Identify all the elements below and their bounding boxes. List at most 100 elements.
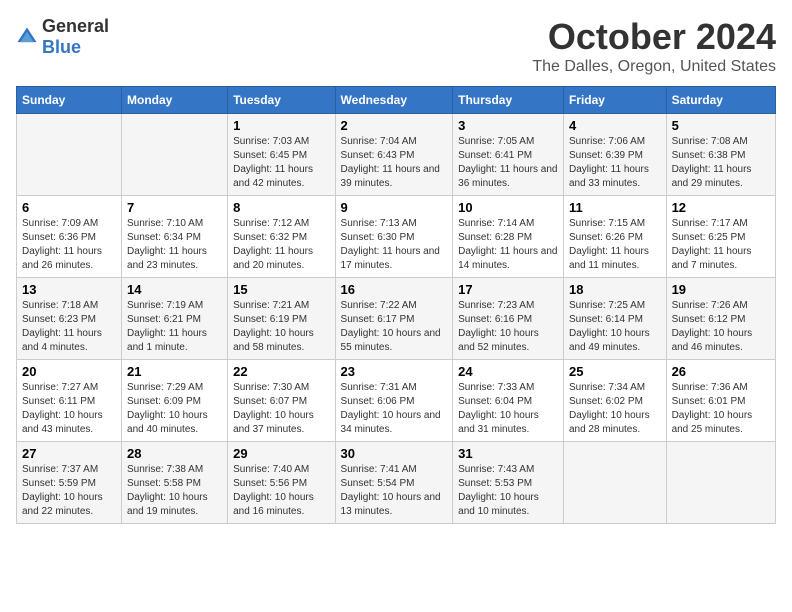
day-info: Sunrise: 7:31 AM Sunset: 6:06 PM Dayligh…: [341, 381, 448, 437]
day-info: Sunrise: 7:12 AM Sunset: 6:32 PM Dayligh…: [233, 217, 329, 273]
calendar-cell: 30 Sunrise: 7:41 AM Sunset: 5:54 PM Dayli…: [335, 442, 453, 524]
calendar-cell: 17Sunrise: 7:23 AM Sunset: 6:16 PM Dayli…: [453, 278, 564, 360]
week-row-3: 13 Sunrise: 7:18 AM Sunset: 6:23 PM Dayli…: [17, 278, 776, 360]
day-number: 3: [458, 118, 558, 133]
day-number: 11: [569, 200, 661, 215]
calendar-cell: 9Sunrise: 7:13 AM Sunset: 6:30 PM Daylig…: [335, 196, 453, 278]
header-day-friday: Friday: [563, 87, 666, 114]
calendar-cell: 23Sunrise: 7:31 AM Sunset: 6:06 PM Dayli…: [335, 360, 453, 442]
day-info: Sunrise: 7:05 AM Sunset: 6:41 PM Dayligh…: [458, 135, 558, 191]
day-info: Sunrise: 7:21 AM Sunset: 6:19 PM Dayligh…: [233, 299, 329, 355]
day-number: 8: [233, 200, 329, 215]
day-number: 20: [22, 364, 116, 379]
calendar-cell: [17, 114, 122, 196]
day-number: 18: [569, 282, 661, 297]
header-day-tuesday: Tuesday: [228, 87, 335, 114]
logo-blue: Blue: [42, 37, 81, 57]
day-number: 17: [458, 282, 558, 297]
day-info: Sunrise: 7:14 AM Sunset: 6:28 PM Dayligh…: [458, 217, 558, 273]
day-info: Sunrise: 7:17 AM Sunset: 6:25 PM Dayligh…: [672, 217, 770, 273]
week-row-4: 20 Sunrise: 7:27 AM Sunset: 6:11 PM Dayli…: [17, 360, 776, 442]
calendar-cell: 1 Sunrise: 7:03 AM Sunset: 6:45 PM Daylig…: [228, 114, 335, 196]
calendar-cell: 19 Sunrise: 7:26 AM Sunset: 6:12 PM Dayli…: [666, 278, 775, 360]
day-info: Sunrise: 7:43 AM Sunset: 5:53 PM Dayligh…: [458, 463, 558, 519]
logo-general: General: [42, 16, 109, 36]
header-day-saturday: Saturday: [666, 87, 775, 114]
day-info: Sunrise: 7:04 AM Sunset: 6:43 PM Dayligh…: [341, 135, 448, 191]
calendar-cell: 4 Sunrise: 7:06 AM Sunset: 6:39 PM Daylig…: [563, 114, 666, 196]
day-info: Sunrise: 7:36 AM Sunset: 6:01 PM Dayligh…: [672, 381, 770, 437]
calendar-cell: 25Sunrise: 7:34 AM Sunset: 6:02 PM Dayli…: [563, 360, 666, 442]
calendar-cell: 21Sunrise: 7:29 AM Sunset: 6:09 PM Dayli…: [122, 360, 228, 442]
calendar-cell: 13 Sunrise: 7:18 AM Sunset: 6:23 PM Dayli…: [17, 278, 122, 360]
day-info: Sunrise: 7:40 AM Sunset: 5:56 PM Dayligh…: [233, 463, 329, 519]
calendar-cell: 18Sunrise: 7:25 AM Sunset: 6:14 PM Dayli…: [563, 278, 666, 360]
calendar-cell: 3 Sunrise: 7:05 AM Sunset: 6:41 PM Daylig…: [453, 114, 564, 196]
day-info: Sunrise: 7:03 AM Sunset: 6:45 PM Dayligh…: [233, 135, 329, 191]
day-info: Sunrise: 7:15 AM Sunset: 6:26 PM Dayligh…: [569, 217, 661, 273]
calendar-cell: 20 Sunrise: 7:27 AM Sunset: 6:11 PM Dayli…: [17, 360, 122, 442]
day-number: 7: [127, 200, 222, 215]
day-info: Sunrise: 7:09 AM Sunset: 6:36 PM Dayligh…: [22, 217, 116, 273]
header-day-sunday: Sunday: [17, 87, 122, 114]
day-info: Sunrise: 7:30 AM Sunset: 6:07 PM Dayligh…: [233, 381, 329, 437]
day-info: Sunrise: 7:08 AM Sunset: 6:38 PM Dayligh…: [672, 135, 770, 191]
calendar-cell: 24Sunrise: 7:33 AM Sunset: 6:04 PM Dayli…: [453, 360, 564, 442]
header-day-thursday: Thursday: [453, 87, 564, 114]
week-row-5: 27 Sunrise: 7:37 AM Sunset: 5:59 PM Dayli…: [17, 442, 776, 524]
calendar-table: SundayMondayTuesdayWednesdayThursdayFrid…: [16, 86, 776, 524]
day-number: 25: [569, 364, 661, 379]
calendar-cell: [563, 442, 666, 524]
day-number: 14: [127, 282, 222, 297]
day-number: 28: [127, 446, 222, 461]
day-number: 22: [233, 364, 329, 379]
day-number: 27: [22, 446, 116, 461]
calendar-cell: 31 Sunrise: 7:43 AM Sunset: 5:53 PM Dayli…: [453, 442, 564, 524]
day-number: 10: [458, 200, 558, 215]
calendar-cell: 5 Sunrise: 7:08 AM Sunset: 6:38 PM Daylig…: [666, 114, 775, 196]
day-number: 15: [233, 282, 329, 297]
calendar-header-row: SundayMondayTuesdayWednesdayThursdayFrid…: [17, 87, 776, 114]
day-number: 6: [22, 200, 116, 215]
day-info: Sunrise: 7:38 AM Sunset: 5:58 PM Dayligh…: [127, 463, 222, 519]
day-number: 30: [341, 446, 448, 461]
day-number: 19: [672, 282, 770, 297]
day-number: 29: [233, 446, 329, 461]
calendar-cell: 28 Sunrise: 7:38 AM Sunset: 5:58 PM Dayli…: [122, 442, 228, 524]
day-info: Sunrise: 7:06 AM Sunset: 6:39 PM Dayligh…: [569, 135, 661, 191]
day-number: 5: [672, 118, 770, 133]
week-row-1: 1 Sunrise: 7:03 AM Sunset: 6:45 PM Daylig…: [17, 114, 776, 196]
day-info: Sunrise: 7:18 AM Sunset: 6:23 PM Dayligh…: [22, 299, 116, 355]
calendar-cell: 11 Sunrise: 7:15 AM Sunset: 6:26 PM Dayli…: [563, 196, 666, 278]
calendar-cell: 27 Sunrise: 7:37 AM Sunset: 5:59 PM Dayli…: [17, 442, 122, 524]
calendar-cell: [666, 442, 775, 524]
day-info: Sunrise: 7:41 AM Sunset: 5:54 PM Dayligh…: [341, 463, 448, 519]
calendar-cell: 26 Sunrise: 7:36 AM Sunset: 6:01 PM Dayli…: [666, 360, 775, 442]
calendar-subtitle: The Dalles, Oregon, United States: [532, 58, 776, 76]
day-info: Sunrise: 7:33 AM Sunset: 6:04 PM Dayligh…: [458, 381, 558, 437]
day-info: Sunrise: 7:26 AM Sunset: 6:12 PM Dayligh…: [672, 299, 770, 355]
day-number: 4: [569, 118, 661, 133]
day-info: Sunrise: 7:29 AM Sunset: 6:09 PM Dayligh…: [127, 381, 222, 437]
day-info: Sunrise: 7:10 AM Sunset: 6:34 PM Dayligh…: [127, 217, 222, 273]
day-info: Sunrise: 7:27 AM Sunset: 6:11 PM Dayligh…: [22, 381, 116, 437]
header-day-wednesday: Wednesday: [335, 87, 453, 114]
calendar-cell: 10 Sunrise: 7:14 AM Sunset: 6:28 PM Dayli…: [453, 196, 564, 278]
calendar-cell: 29 Sunrise: 7:40 AM Sunset: 5:56 PM Dayli…: [228, 442, 335, 524]
calendar-cell: 14 Sunrise: 7:19 AM Sunset: 6:21 PM Dayli…: [122, 278, 228, 360]
calendar-cell: [122, 114, 228, 196]
day-info: Sunrise: 7:37 AM Sunset: 5:59 PM Dayligh…: [22, 463, 116, 519]
day-number: 1: [233, 118, 329, 133]
title-area: October 2024 The Dalles, Oregon, United …: [532, 16, 776, 76]
day-info: Sunrise: 7:19 AM Sunset: 6:21 PM Dayligh…: [127, 299, 222, 355]
day-number: 31: [458, 446, 558, 461]
calendar-cell: 12Sunrise: 7:17 AM Sunset: 6:25 PM Dayli…: [666, 196, 775, 278]
week-row-2: 6 Sunrise: 7:09 AM Sunset: 6:36 PM Daylig…: [17, 196, 776, 278]
calendar-title: October 2024: [532, 16, 776, 58]
day-number: 9: [341, 200, 448, 215]
day-number: 26: [672, 364, 770, 379]
calendar-cell: 6 Sunrise: 7:09 AM Sunset: 6:36 PM Daylig…: [17, 196, 122, 278]
header-day-monday: Monday: [122, 87, 228, 114]
day-number: 13: [22, 282, 116, 297]
logo: General Blue: [16, 16, 109, 58]
